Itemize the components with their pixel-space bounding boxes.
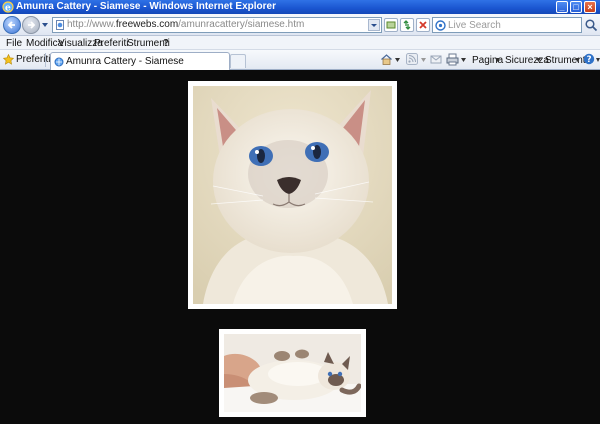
address-url[interactable]: http://www.freewebs.com/amunracattery/si… xyxy=(67,19,304,30)
print-button[interactable] xyxy=(446,53,459,67)
stop-icon xyxy=(419,21,427,29)
svg-text:?: ? xyxy=(587,55,592,65)
mail-button[interactable] xyxy=(430,53,442,67)
mail-icon xyxy=(430,55,442,64)
ie-logo-icon: e xyxy=(2,1,14,13)
home-icon xyxy=(381,54,392,65)
page-dropdown-icon[interactable] xyxy=(495,58,500,62)
print-dropdown-icon[interactable] xyxy=(461,58,466,62)
address-toolbar: http://www.freewebs.com/amunracattery/si… xyxy=(0,14,600,36)
search-icon[interactable] xyxy=(584,18,598,32)
svg-text:e: e xyxy=(5,4,11,14)
title-bar: e Amunra Cattery - Siamese - Windows Int… xyxy=(0,0,600,14)
help-button[interactable]: ? xyxy=(583,53,595,67)
siamese-cat-portrait-image xyxy=(193,86,392,304)
compatibility-button[interactable] xyxy=(384,18,398,32)
compatibility-icon xyxy=(386,21,396,29)
stop-button[interactable] xyxy=(416,18,430,32)
url-domain: freewebs.com xyxy=(115,19,179,30)
window-title: Amunra Cattery - Siamese - Windows Inter… xyxy=(16,1,276,12)
tab-amunra-cattery[interactable]: Amunra Cattery - Siamese xyxy=(50,52,230,70)
refresh-button[interactable] xyxy=(400,18,414,32)
menu-file[interactable]: File xyxy=(6,38,22,49)
forward-arrow-icon xyxy=(28,21,36,29)
url-prefix: http://www. xyxy=(67,19,116,30)
live-search-icon xyxy=(435,20,446,31)
search-input[interactable]: Live Search xyxy=(432,17,582,33)
feeds-button[interactable] xyxy=(406,53,418,67)
siamese-cat-lying-image xyxy=(224,334,361,412)
history-dropdown-icon[interactable] xyxy=(41,21,49,29)
menu-preferiti[interactable]: Preferiti xyxy=(94,38,128,49)
photo-frame xyxy=(219,329,366,417)
minimize-button[interactable]: _ xyxy=(556,1,568,13)
rss-icon xyxy=(406,53,418,65)
tools-dropdown-icon[interactable] xyxy=(575,58,580,62)
favorites-bar: Preferiti Amunra Cattery - Siamese Pagin… xyxy=(0,50,600,70)
help-icon: ? xyxy=(583,53,595,65)
page-content xyxy=(0,71,600,424)
back-button[interactable] xyxy=(3,16,21,34)
printer-icon xyxy=(446,53,459,66)
home-dropdown-icon[interactable] xyxy=(395,58,400,62)
help-dropdown-icon[interactable] xyxy=(596,58,600,62)
new-tab-button[interactable] xyxy=(230,54,246,68)
safety-menu-button[interactable]: Sicurezza xyxy=(505,55,549,66)
address-bar[interactable]: http://www.freewebs.com/amunracattery/si… xyxy=(52,17,382,33)
address-dropdown-button[interactable] xyxy=(368,19,380,31)
search-placeholder: Live Search xyxy=(448,20,501,31)
back-arrow-icon xyxy=(7,21,15,29)
page-icon xyxy=(54,57,64,67)
url-path: /amunracattery/siamese.htm xyxy=(178,19,305,30)
page-icon xyxy=(56,20,64,30)
toolbar-divider xyxy=(45,53,46,67)
safety-dropdown-icon[interactable] xyxy=(536,58,541,62)
photo-frame xyxy=(188,81,397,309)
menu-bar: File Modifica Visualizza Preferiti Strum… xyxy=(0,36,600,50)
home-button[interactable] xyxy=(380,53,393,67)
maximize-button[interactable]: □ xyxy=(570,1,582,13)
close-button[interactable]: × xyxy=(584,1,596,13)
tools-menu-button[interactable]: Strumenti xyxy=(545,55,588,66)
tab-label: Amunra Cattery - Siamese xyxy=(66,56,184,67)
refresh-icon xyxy=(403,20,411,30)
forward-button[interactable] xyxy=(22,16,40,34)
menu-help[interactable]: ? xyxy=(163,38,169,49)
chevron-down-icon xyxy=(371,24,377,27)
feeds-dropdown-icon[interactable] xyxy=(421,58,426,62)
favorites-star-icon[interactable] xyxy=(3,54,14,65)
